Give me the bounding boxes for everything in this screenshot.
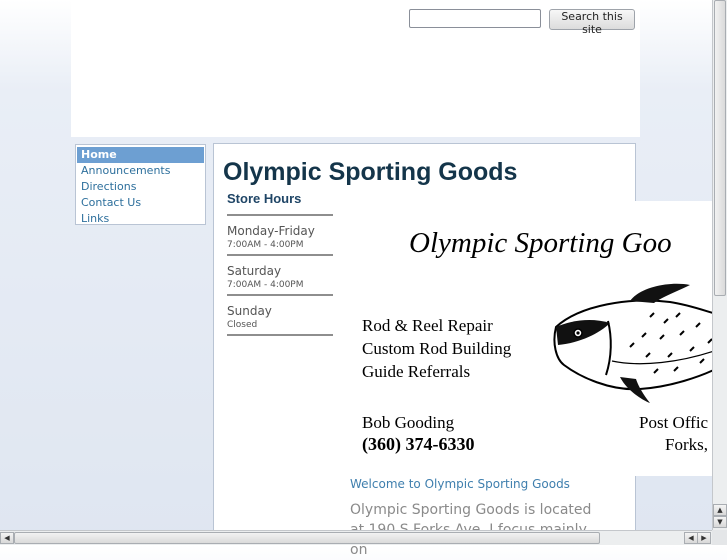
page-title: Olympic Sporting Goods — [223, 158, 518, 186]
nav-item-announcements[interactable]: Announcements — [77, 163, 204, 179]
search-input[interactable] — [409, 9, 541, 28]
vertical-scrollbar[interactable]: ▲ ▼ — [712, 0, 727, 530]
vertical-scroll-thumb[interactable] — [714, 0, 726, 296]
scroll-up-icon[interactable]: ▲ — [713, 504, 727, 516]
welcome-heading: Welcome to Olympic Sporting Goods — [350, 477, 570, 491]
hours-row: Monday-Friday 7:00AM - 4:00PM — [227, 216, 333, 256]
service-item: Guide Referrals — [362, 362, 471, 381]
hours-day: Monday-Friday — [227, 224, 315, 238]
hours-time: 7:00AM - 4:00PM — [227, 240, 304, 250]
banner-phone: (360) 374-6330 — [362, 434, 475, 454]
scroll-down-icon[interactable]: ▼ — [713, 516, 727, 528]
nav-item-links[interactable]: Links — [77, 211, 204, 227]
banner-post-office: Post Offic — [639, 413, 709, 432]
horizontal-scroll-thumb[interactable] — [14, 532, 600, 544]
service-item: Rod & Reel Repair — [362, 316, 493, 335]
sidebar-nav: Home Announcements Directions Contact Us… — [75, 144, 206, 225]
horizontal-scrollbar[interactable]: ◀ ◀ ▶ — [0, 530, 712, 545]
hours-day: Sunday — [227, 304, 272, 318]
banner-owner-name: Bob Gooding — [362, 413, 455, 432]
nav-item-directions[interactable]: Directions — [77, 179, 204, 195]
hours-time: 7:00AM - 4:00PM — [227, 280, 304, 290]
store-hours: Store Hours Monday-Friday 7:00AM - 4:00P… — [227, 192, 333, 336]
search-button[interactable]: Search this site — [549, 9, 635, 36]
service-item: Custom Rod Building — [362, 339, 512, 358]
scroll-right-icon[interactable]: ▶ — [697, 532, 711, 544]
scroll-left-icon[interactable]: ◀ — [0, 532, 14, 544]
scrollbar-corner — [712, 530, 727, 545]
hours-day: Saturday — [227, 264, 282, 278]
trout-illustration-icon — [553, 283, 713, 403]
banner-city: Forks, — [665, 435, 708, 454]
banner-title: Olympic Sporting Goo — [409, 227, 672, 259]
hours-time: Closed — [227, 320, 258, 330]
store-hours-title: Store Hours — [227, 192, 333, 216]
hours-row: Saturday 7:00AM - 4:00PM — [227, 256, 333, 296]
store-banner-image: Olympic Sporting Goo Rod & Reel Repair C… — [350, 201, 713, 476]
scroll-left-icon[interactable]: ◀ — [684, 532, 698, 544]
nav-item-contact-us[interactable]: Contact Us — [77, 195, 204, 211]
banner-services: Rod & Reel Repair Custom Rod Building Gu… — [362, 314, 511, 383]
nav-item-home[interactable]: Home — [77, 147, 204, 163]
hours-row: Sunday Closed — [227, 296, 333, 336]
